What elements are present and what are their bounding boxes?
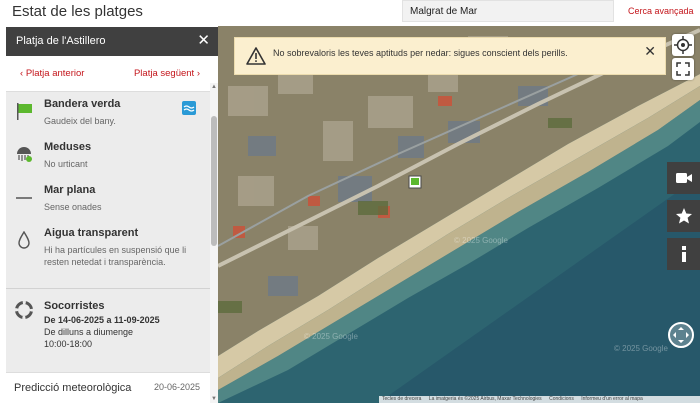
condition-subtitle: Sense onades [44,202,102,212]
lifebuoy-icon [15,301,33,319]
condition-subtitle: Hi ha partícules en suspensió que li res… [44,245,187,267]
pan-control-button[interactable] [668,322,694,348]
beach-name: Platja de l'Astillero [16,35,106,47]
close-icon[interactable]: ✕ [644,43,656,60]
lifeguard-dates: De 14-06-2025 a 11-09-2025 [44,315,160,325]
condition-flag: Bandera verda Gaudeix del bany. [6,94,210,138]
condition-title: Aigua transparent [44,227,139,239]
satellite-map[interactable]: © 2025 Google © 2025 Google © 2025 Googl… [218,26,700,403]
water-drop-icon [18,231,30,249]
fullscreen-button[interactable] [672,58,694,80]
condition-jellyfish: Meduses No urticant [6,137,210,181]
condition-subtitle: Gaudeix del bany. [44,116,116,126]
star-icon [676,208,692,224]
fullscreen-icon [676,62,690,76]
weather-forecast-row[interactable]: Predicció meteorològica 20-06-2025 [6,372,210,403]
crosshair-icon [674,36,692,54]
search-input[interactable]: Malgrat de Mar [402,0,614,22]
scrollbar-thumb[interactable] [211,116,217,246]
locate-me-button[interactable] [672,34,694,56]
flat-sea-icon [16,197,32,199]
forecast-title: Predicció meteorològica [14,382,132,394]
advanced-search-link[interactable]: Cerca avançada [628,6,694,16]
beach-detail-panel: Platja de l'Astillero ✕ ‹ Platja anterio… [6,27,218,403]
close-panel-button[interactable]: ✕ [197,32,210,50]
imagery-credit: La imatgeria és ©2025 Airbus, Maxar Tech… [428,396,542,402]
lifeguard-hours: 10:00-18:00 [44,339,93,349]
map-attribution: Tecles de drecera La imatgeria és ©2025 … [379,396,700,403]
report-error-link[interactable]: Informeu d'un error al mapa [578,396,646,402]
map-watermark: © 2025 Google [614,344,668,353]
condition-water-quality: Aigua transparent Hi ha partícules en su… [6,223,210,285]
keyboard-shortcuts-link[interactable]: Tecles de drecera [379,396,424,402]
video-camera-icon [676,173,692,183]
panel-scrollbar[interactable]: ▲ ▼ [210,83,218,403]
top-header: Estat de les platges Malgrat de Mar Cerc… [0,0,700,26]
scroll-down-arrow-icon[interactable]: ▼ [211,396,217,402]
info-icon [682,246,686,262]
blue-flag-badge [182,101,196,115]
previous-beach-link[interactable]: ‹ Platja anterior [20,68,84,79]
waves-icon [183,105,195,112]
warning-icon [246,47,266,65]
jellyfish-icon [17,147,32,162]
terms-link[interactable]: Condicions [546,396,577,402]
condition-title: Bandera verda [44,98,121,110]
page-title: Estat de les platges [12,3,143,20]
map-watermark: © 2025 Google [304,332,358,341]
beach-conditions: Bandera verda Gaudeix del bany. Meduses … [6,92,210,288]
condition-sea-state: Mar plana Sense onades [6,180,210,224]
map-watermark: © 2025 Google [454,236,508,245]
forecast-date: 20-06-2025 [153,382,200,392]
warning-text: No sobrevaloris les teves aptituds per n… [273,48,568,58]
condition-subtitle: No urticant [44,159,88,169]
safety-warning-banner: No sobrevaloris les teves aptituds per n… [234,37,666,75]
info-button[interactable] [667,238,700,270]
move-arrows-icon [673,327,689,343]
green-flag-icon [17,103,32,120]
condition-title: Mar plana [44,184,96,196]
condition-title: Meduses [44,141,92,153]
panel-header: Platja de l'Astillero ✕ [6,27,218,56]
next-beach-link[interactable]: Platja següent › [134,68,200,79]
favorites-button[interactable] [667,200,700,232]
lifeguard-days: De dilluns a diumenge [44,327,134,337]
lifeguard-title: Socorristes [44,300,105,312]
webcam-button[interactable] [667,162,700,194]
beach-navigation: ‹ Platja anterior Platja següent › [6,56,210,92]
lifeguard-section: Socorristes De 14-06-2025 a 11-09-2025 D… [6,288,210,372]
scroll-up-arrow-icon[interactable]: ▲ [211,84,217,90]
